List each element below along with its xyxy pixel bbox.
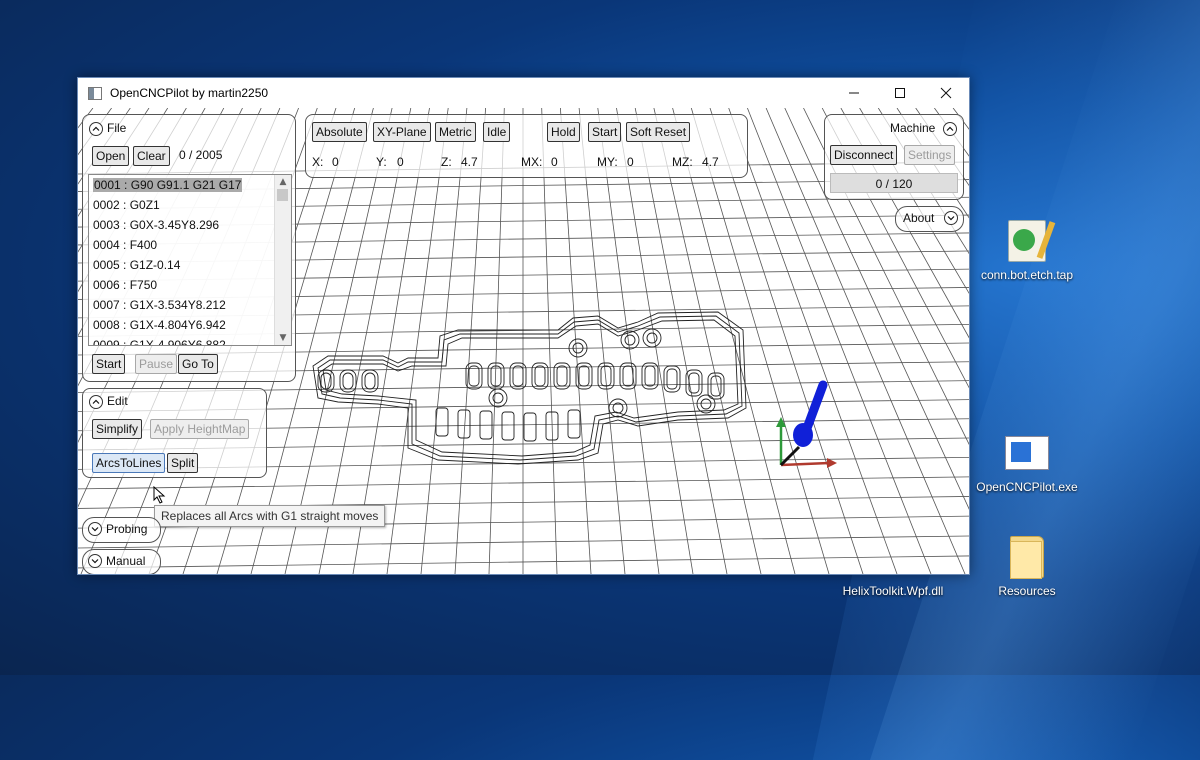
about-label: About <box>903 211 935 225</box>
list-item[interactable]: 0008 : G1X-4.804Y6.942 <box>89 315 291 335</box>
app-window: OpenCNCPilot by martin2250 File Open Cle… <box>77 77 970 575</box>
plane-button[interactable]: XY-Plane <box>373 122 431 142</box>
list-item[interactable]: 0004 : F400 <box>89 235 291 255</box>
y-label: Y: <box>376 155 387 169</box>
desktop-icon-helixtoolkit[interactable]: HelixToolkit.Wpf.dll <box>833 584 953 598</box>
close-icon <box>940 87 952 99</box>
buffer-status: 0 / 120 <box>830 173 958 193</box>
desktop-icon-label: HelixToolkit.Wpf.dll <box>842 584 944 598</box>
control-toolbar: Absolute XY-Plane Metric Idle Hold Start… <box>305 114 748 178</box>
list-item[interactable]: 0007 : G1X-3.534Y8.212 <box>89 295 291 315</box>
collapse-chevron-up-icon[interactable] <box>89 122 103 136</box>
desktop-icon-label: OpenCNCPilot.exe <box>976 480 1078 494</box>
expand-chevron-down-icon[interactable] <box>88 522 102 536</box>
minimize-button[interactable] <box>831 78 877 108</box>
list-item[interactable]: 0009 : G1X-4.906Y6.882 <box>89 335 291 345</box>
simplify-button[interactable]: Simplify <box>92 419 143 439</box>
arcs-to-lines-button[interactable]: ArcsToLines <box>92 453 166 473</box>
scroll-down-icon[interactable]: ▼ <box>275 331 291 345</box>
scroll-up-icon[interactable]: ▲ <box>275 175 291 189</box>
cycle-start-button[interactable]: Start <box>588 122 622 142</box>
list-item[interactable]: 0003 : G0X-3.45Y8.296 <box>89 215 291 235</box>
goto-button[interactable]: Go To <box>178 354 218 374</box>
tooltip: Replaces all Arcs with G1 straight moves <box>154 505 386 527</box>
desktop-icon-resources[interactable]: Resources <box>967 534 1087 598</box>
line-count: 0 / 2005 <box>179 148 223 162</box>
hold-button[interactable]: Hold <box>547 122 580 142</box>
machine-panel: Machine Disconnect Settings 0 / 120 <box>824 114 964 200</box>
y-value: 0 <box>397 155 404 169</box>
folder-icon <box>1010 536 1044 579</box>
window-title: OpenCNCPilot by martin2250 <box>110 86 269 100</box>
desktop-icon-opencncpilot[interactable]: OpenCNCPilot.exe <box>967 430 1087 494</box>
gcode-list[interactable]: 0001 : G90 G91.1 G21 G17 0002 : G0Z1 000… <box>88 174 292 346</box>
mx-label: MX: <box>521 155 543 169</box>
close-button[interactable] <box>923 78 969 108</box>
axis-gizmo <box>776 380 837 468</box>
mz-label: MZ: <box>672 155 693 169</box>
list-item[interactable]: 0006 : F750 <box>89 275 291 295</box>
my-value: 0 <box>627 155 634 169</box>
expand-chevron-down-icon[interactable] <box>944 211 958 225</box>
probing-panel-header: Probing <box>106 522 148 536</box>
list-scrollbar[interactable]: ▲ ▼ <box>274 175 291 345</box>
edit-panel-header: Edit <box>107 394 128 408</box>
edit-panel: Edit Simplify Apply HeightMap ArcsToLine… <box>82 388 267 478</box>
file-panel: File Open Clear 0 / 2005 0001 : G90 G91.… <box>82 114 296 382</box>
pause-button[interactable]: Pause <box>135 354 178 374</box>
scroll-thumb[interactable] <box>277 189 288 201</box>
absolute-button[interactable]: Absolute <box>312 122 367 142</box>
disconnect-button[interactable]: Disconnect <box>830 145 898 165</box>
apply-heightmap-button[interactable]: Apply HeightMap <box>150 419 250 439</box>
exe-icon <box>1005 436 1049 470</box>
list-item[interactable]: 0002 : G0Z1 <box>89 195 291 215</box>
z-label: Z: <box>441 155 452 169</box>
collapse-chevron-up-icon[interactable] <box>943 122 957 136</box>
soft-reset-button[interactable]: Soft Reset <box>626 122 691 142</box>
settings-button[interactable]: Settings <box>904 145 956 165</box>
title-bar[interactable]: OpenCNCPilot by martin2250 <box>78 78 969 108</box>
probing-panel[interactable]: Probing <box>82 517 161 543</box>
units-button[interactable]: Metric <box>435 122 476 142</box>
desktop-icon-label: conn.bot.etch.tap <box>980 268 1074 282</box>
list-item[interactable]: 0005 : G1Z-0.14 <box>89 255 291 275</box>
list-item[interactable]: 0001 : G90 G91.1 G21 G17 <box>89 175 291 195</box>
status-button[interactable]: Idle <box>483 122 511 142</box>
about-panel[interactable]: About <box>895 206 964 232</box>
z-value: 4.7 <box>461 155 478 169</box>
split-button[interactable]: Split <box>167 453 199 473</box>
clear-button[interactable]: Clear <box>133 146 170 166</box>
manual-panel-header: Manual <box>106 554 146 568</box>
desktop-icon-label: Resources <box>998 584 1056 598</box>
manual-panel[interactable]: Manual <box>82 549 161 574</box>
file-panel-header: File <box>107 121 127 135</box>
collapse-chevron-up-icon[interactable] <box>89 395 103 409</box>
my-label: MY: <box>597 155 618 169</box>
x-label: X: <box>312 155 324 169</box>
minimize-icon <box>849 92 859 94</box>
mouse-cursor-icon <box>153 486 166 504</box>
mx-value: 0 <box>551 155 558 169</box>
maximize-button[interactable] <box>877 78 923 108</box>
desktop-icon-conn-bot-etch[interactable]: conn.bot.etch.tap <box>967 218 1087 282</box>
notepad-file-icon <box>1008 220 1046 262</box>
x-value: 0 <box>332 155 339 169</box>
mz-value: 4.7 <box>702 155 719 169</box>
toolpath-preview <box>312 311 747 465</box>
open-button[interactable]: Open <box>92 146 130 166</box>
app-icon <box>88 86 102 100</box>
machine-panel-header: Machine <box>890 121 936 135</box>
start-button[interactable]: Start <box>92 354 126 374</box>
maximize-icon <box>895 88 905 98</box>
expand-chevron-down-icon[interactable] <box>88 554 102 568</box>
